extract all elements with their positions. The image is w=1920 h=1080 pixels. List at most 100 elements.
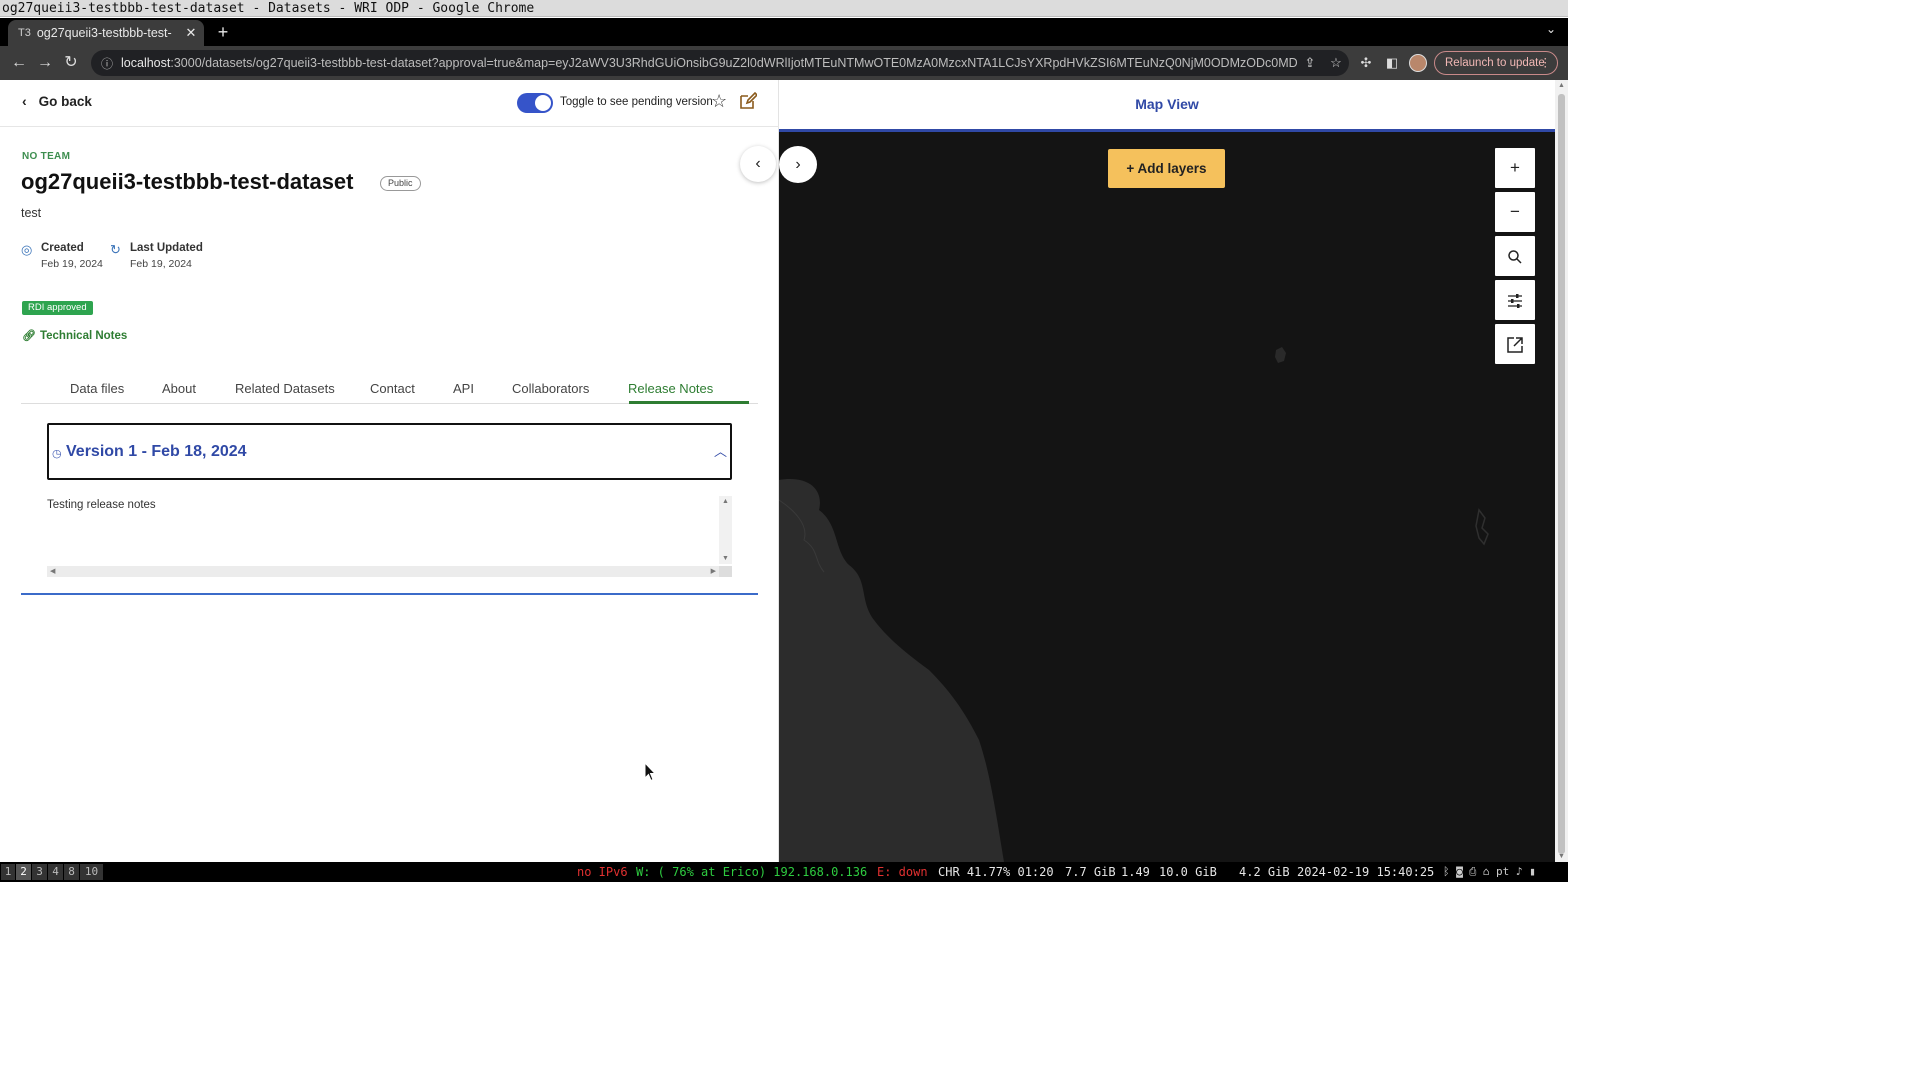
tab-contact[interactable]: Contact xyxy=(370,381,415,396)
page-scrollbar[interactable]: ▲ ▼ xyxy=(1555,80,1568,862)
forward-icon[interactable]: → xyxy=(34,52,56,74)
battery-icon: ▮ xyxy=(1529,865,1536,878)
tab-collaborators[interactable]: Collaborators xyxy=(512,381,589,396)
scroll-up-arrow-icon: ▲ xyxy=(1558,82,1565,89)
map-basemap[interactable] xyxy=(779,80,1555,862)
close-tab-icon[interactable]: ✕ xyxy=(182,25,200,41)
discord-icon: ◙ xyxy=(1456,865,1463,878)
notes-horizontal-scrollbar[interactable]: ◀ ▶ xyxy=(47,566,732,577)
bookmark-star-icon[interactable]: ☆ xyxy=(1323,55,1349,71)
created-label: Created xyxy=(41,242,84,254)
edit-icon[interactable] xyxy=(739,92,757,110)
link-icon: 🔗︎ xyxy=(22,330,36,342)
map-header: Map View xyxy=(779,80,1555,132)
refresh-icon: ↻ xyxy=(110,242,121,257)
rdi-approved-badge: RDI approved xyxy=(22,301,93,315)
pending-version-toggle[interactable] xyxy=(517,93,553,113)
scroll-up-arrow-icon: ▲ xyxy=(722,498,729,505)
workspace-2[interactable]: 2 xyxy=(16,864,31,880)
datetime: 2024-02-19 15:40:25 xyxy=(1297,865,1435,879)
active-tab-indicator xyxy=(629,401,749,404)
go-back-button[interactable]: ‹ Go back xyxy=(22,93,92,109)
new-tab-button[interactable]: + xyxy=(213,22,233,42)
sliders-icon xyxy=(1508,293,1522,308)
version-title: Version 1 - Feb 18, 2024 xyxy=(66,443,247,460)
tab-search-icon[interactable]: ⌄ xyxy=(1546,22,1556,36)
disk-status: 10.0 GiB xyxy=(1159,865,1217,879)
profile-avatar[interactable] xyxy=(1409,54,1427,72)
keyboard-layout: pt xyxy=(1495,865,1510,878)
zoom-out-button[interactable]: − xyxy=(1495,192,1535,232)
map-search-button[interactable] xyxy=(1495,236,1535,276)
workspace-3[interactable]: 3 xyxy=(32,864,47,880)
dataset-description: test xyxy=(21,206,42,220)
favicon-icon: T3 xyxy=(18,27,31,39)
updated-label: Last Updated xyxy=(130,242,203,254)
network-icon: ⌂ xyxy=(1482,865,1490,878)
address-bar[interactable]: ⓘ localhost:3000/datasets/og27queii3-tes… xyxy=(91,50,1349,76)
created-date: Feb 19, 2024 xyxy=(41,258,103,270)
browser-tab[interactable]: T3 og27queii3-testbbb-test- ✕ xyxy=(8,20,204,46)
search-icon xyxy=(1508,249,1522,264)
map-share-button[interactable] xyxy=(1495,324,1535,364)
system-status-bar: 1 2 3 4 8 10 no IPv6 W: ( 76% at Erico) … xyxy=(0,862,1568,882)
memory-free-status: 4.2 GiB xyxy=(1239,865,1290,879)
dataset-top-bar: ‹ Go back Toggle to see pending version … xyxy=(0,80,779,127)
tab-data-files[interactable]: Data files xyxy=(70,381,124,396)
scroll-down-arrow-icon: ▼ xyxy=(1558,853,1565,860)
side-panel-icon[interactable]: ◧ xyxy=(1382,53,1402,73)
chevron-up-icon: ︿ xyxy=(713,444,727,459)
workspace-1[interactable]: 1 xyxy=(1,864,15,880)
extensions-icon[interactable]: ✣ xyxy=(1356,53,1376,73)
collapse-panel-button[interactable]: ‹ xyxy=(740,146,776,182)
scroll-left-arrow-icon: ◀ xyxy=(50,568,56,575)
chevron-left-icon: ‹ xyxy=(22,93,27,109)
expand-panel-button[interactable]: › xyxy=(779,146,817,183)
scroll-right-arrow-icon: ▶ xyxy=(710,568,716,575)
bluetooth-icon: ᛒ xyxy=(1443,865,1450,878)
menu-dots-icon: ⋮ xyxy=(1539,57,1552,69)
created-meta: ◎ Created Feb 19, 2024 xyxy=(21,242,103,270)
zoom-in-button[interactable]: + xyxy=(1495,148,1535,188)
team-label: NO TEAM xyxy=(22,151,71,162)
tab-api[interactable]: API xyxy=(453,381,474,396)
external-link-icon xyxy=(1507,336,1523,353)
tray-icons[interactable]: ᛒ ◙ ⎙ ⌂ pt ♪ ▮ xyxy=(1443,862,1536,882)
updated-date: Feb 19, 2024 xyxy=(130,258,192,270)
notes-vertical-scrollbar[interactable]: ▲ ▼ xyxy=(719,496,732,564)
workspace-8[interactable]: 8 xyxy=(64,864,79,880)
version-accordion-header[interactable]: ◷ Version 1 - Feb 18, 2024 ︿ xyxy=(47,423,732,480)
visibility-badge: Public xyxy=(380,176,421,191)
workspace-10[interactable]: 10 xyxy=(80,864,103,880)
browser-tab-title: og27queii3-testbbb-test- xyxy=(36,26,172,40)
tab-about[interactable]: About xyxy=(162,381,196,396)
back-icon[interactable]: ← xyxy=(8,52,30,74)
url-text: localhost:3000/datasets/og27queii3-testb… xyxy=(121,56,1297,70)
battery-status: CHR 41.77% 01:20 xyxy=(938,865,1054,879)
workspace-4[interactable]: 4 xyxy=(48,864,63,880)
map-settings-button[interactable] xyxy=(1495,280,1535,320)
release-notes-body: Testing release notes xyxy=(47,499,156,511)
load-status: 1.49 xyxy=(1121,865,1150,879)
wifi-status: W: ( 76% at Erico) 192.168.0.136 xyxy=(636,865,868,879)
reload-icon[interactable]: ↻ xyxy=(60,52,82,74)
map-panel[interactable]: Map View › + Add layers + − xyxy=(779,80,1555,862)
browser-toolbar: ← → ↻ ⓘ localhost:3000/datasets/og27quei… xyxy=(0,46,1568,80)
scrollbar-thumb[interactable] xyxy=(1558,94,1565,854)
dataset-title: og27queii3-testbbb-test-dataset xyxy=(21,169,354,194)
technical-notes-link[interactable]: 🔗︎ Technical Notes xyxy=(22,329,127,343)
scroll-down-arrow-icon: ▼ xyxy=(722,555,729,562)
site-info-icon[interactable]: ⓘ xyxy=(101,55,113,72)
share-icon[interactable]: ⇪ xyxy=(1297,55,1323,71)
browser-tab-strip: T3 og27queii3-testbbb-test- ✕ + ⌄ xyxy=(0,18,1568,46)
favorite-star-icon[interactable]: ☆ xyxy=(711,91,727,112)
toggle-label: Toggle to see pending version xyxy=(560,96,713,108)
window-title: og27queii3-testbbb-test-dataset - Datase… xyxy=(0,0,1568,17)
add-layers-button[interactable]: + Add layers xyxy=(1108,149,1225,188)
tab-related-datasets[interactable]: Related Datasets xyxy=(235,381,335,396)
tab-release-notes[interactable]: Release Notes xyxy=(628,381,713,396)
relaunch-button[interactable]: Relaunch to update ⋮ xyxy=(1434,51,1558,75)
ipv6-status: no IPv6 xyxy=(577,865,628,879)
mouse-cursor-icon xyxy=(644,762,656,782)
volume-icon: ♪ xyxy=(1515,865,1523,878)
